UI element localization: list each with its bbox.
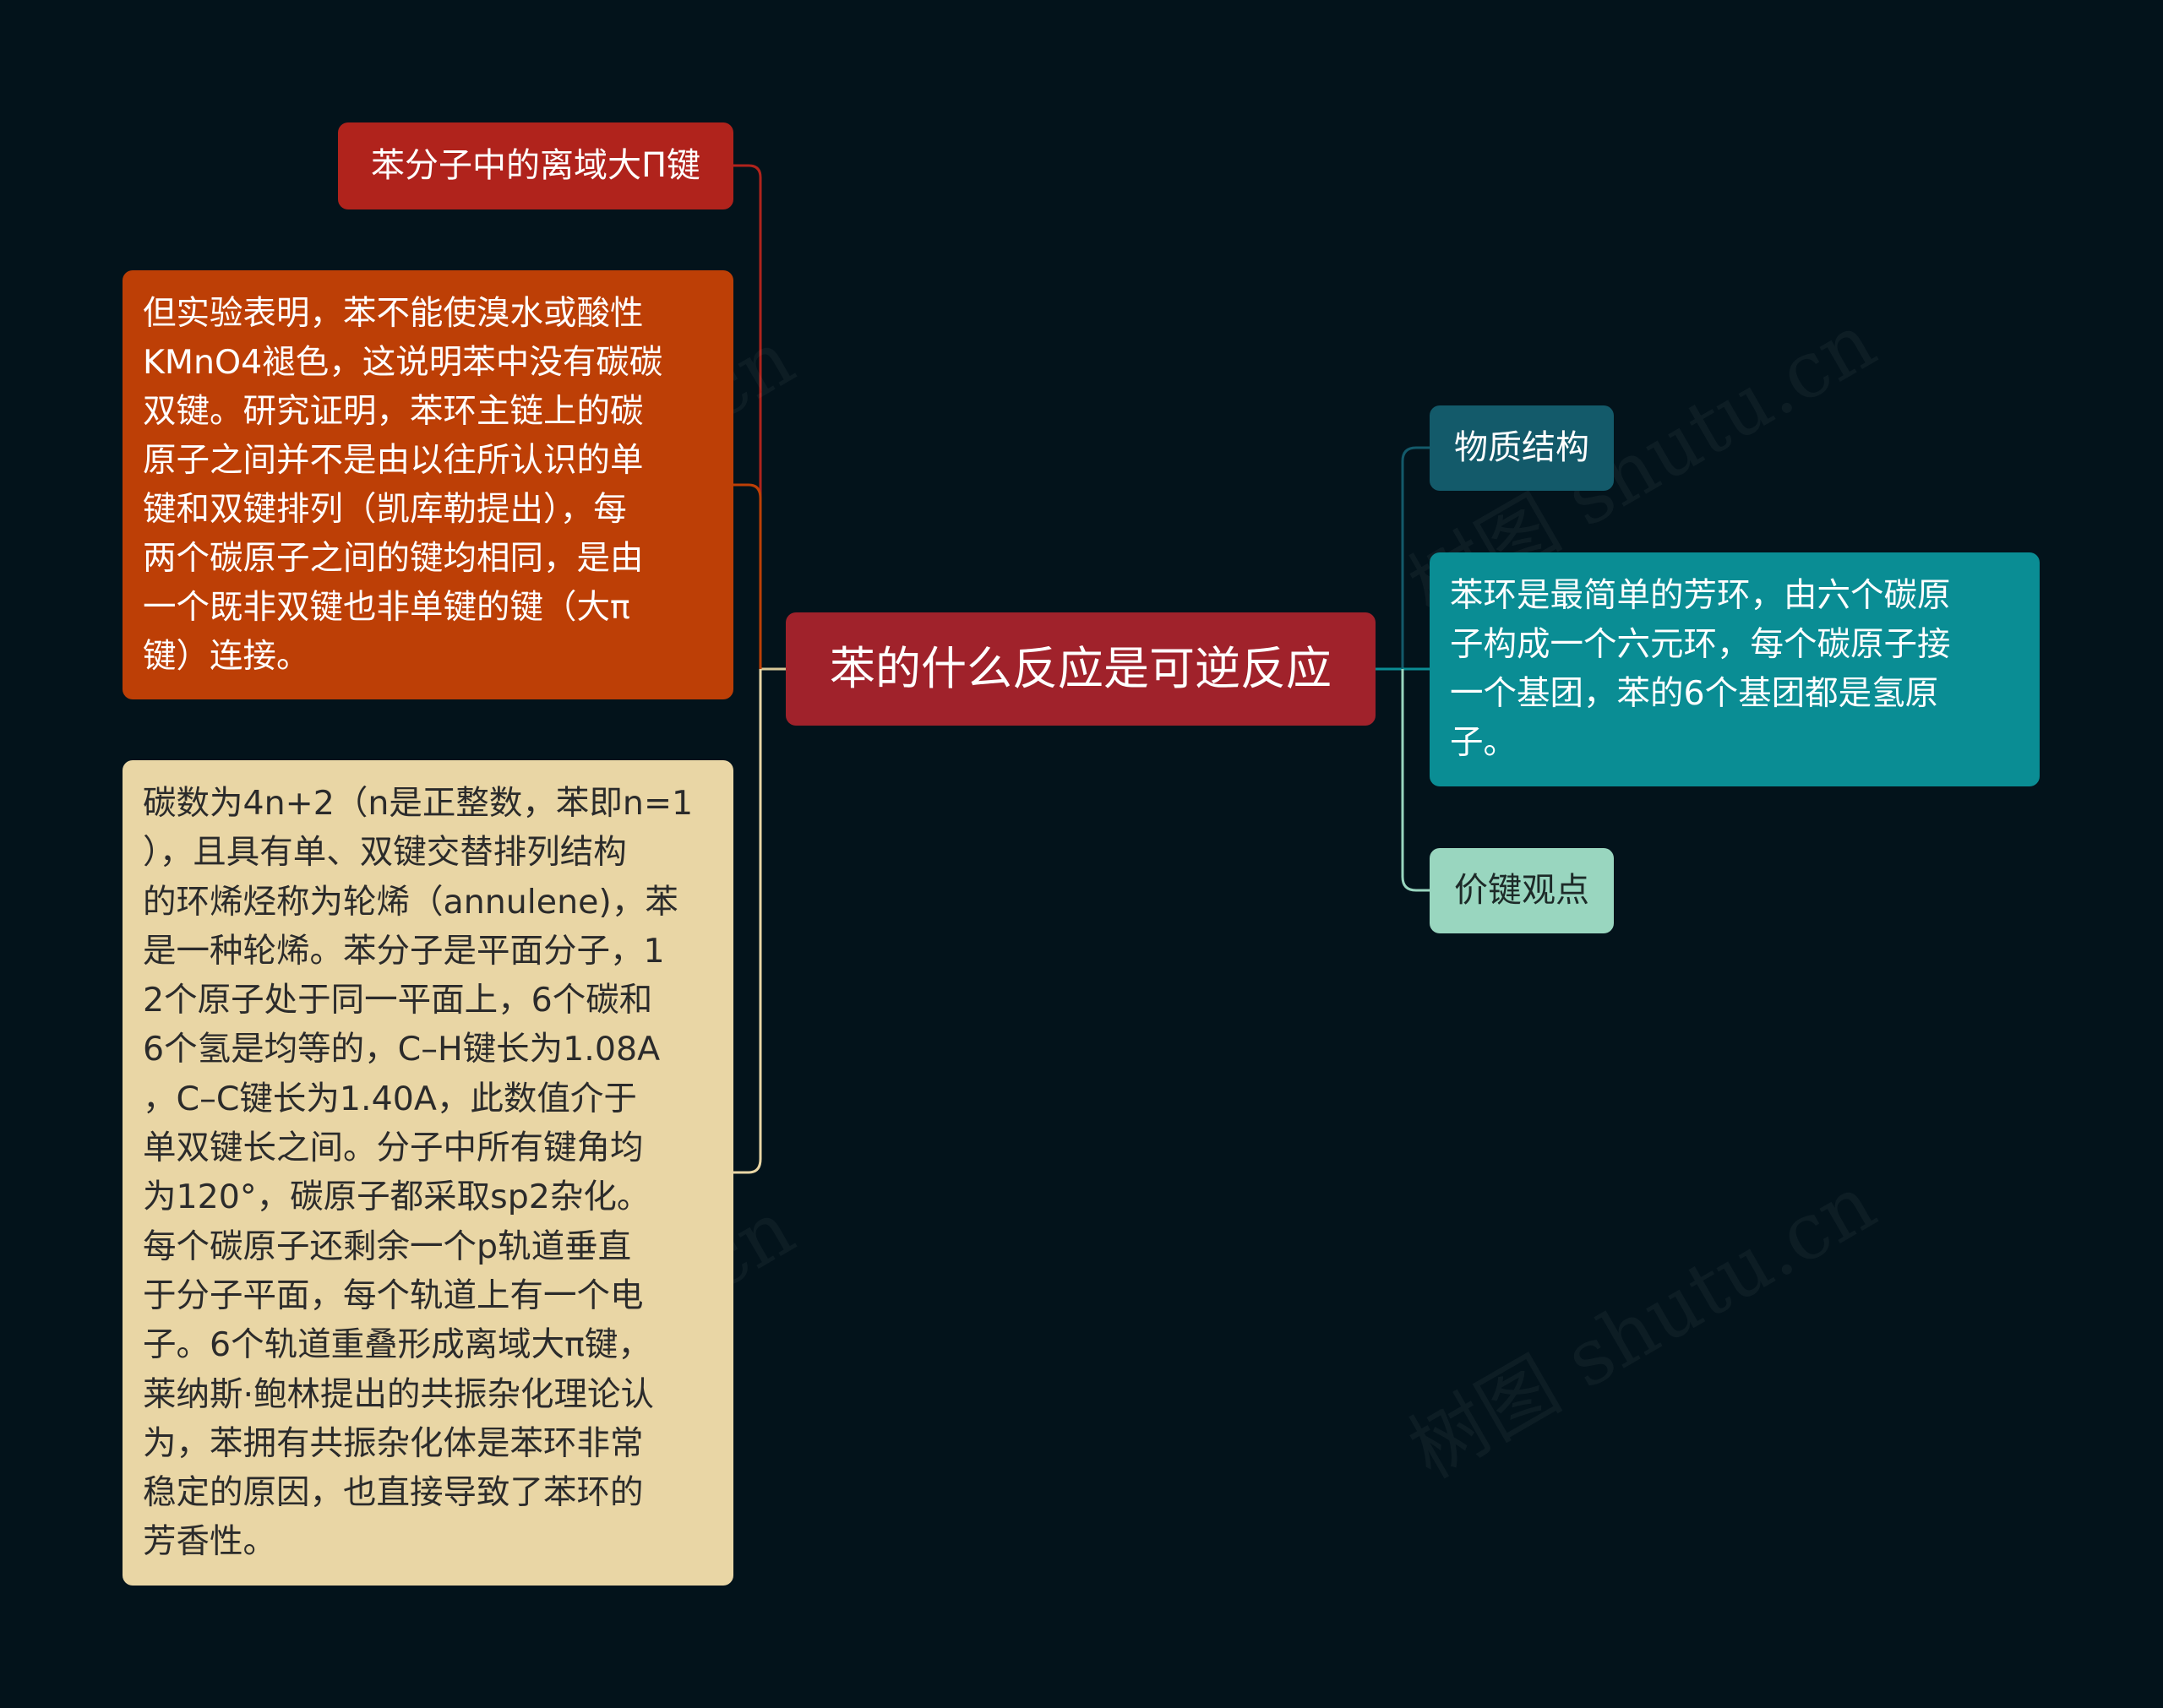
left-annulene-note[interactable]: 碳数为4n+2（n是正整数，苯即n=1 ），且具有单、双键交替排列结构 的环烯烃… (123, 760, 733, 1586)
link-left-beige (733, 669, 762, 1174)
right-benzene-ring-note[interactable]: 苯环是最简单的芳环，由六个碳原 子构成一个六元环，每个碳原子接 一个基团，苯的6… (1430, 552, 2040, 786)
central-topic[interactable]: 苯的什么反应是可逆反应 (786, 612, 1376, 726)
left-experiment-note[interactable]: 但实验表明，苯不能使溴水或酸性 KMnO4褪色，这说明苯中没有碳碳 双键。研究证… (123, 270, 733, 699)
right-topic-valence-bond[interactable]: 价键观点 (1430, 848, 1614, 933)
link-right-label2 (1401, 669, 1430, 892)
right-topic-structure[interactable]: 物质结构 (1430, 405, 1614, 491)
link-left-orange (733, 483, 762, 669)
left-topic-delocalized-pi-bond[interactable]: 苯分子中的离域大Π键 (338, 122, 733, 209)
